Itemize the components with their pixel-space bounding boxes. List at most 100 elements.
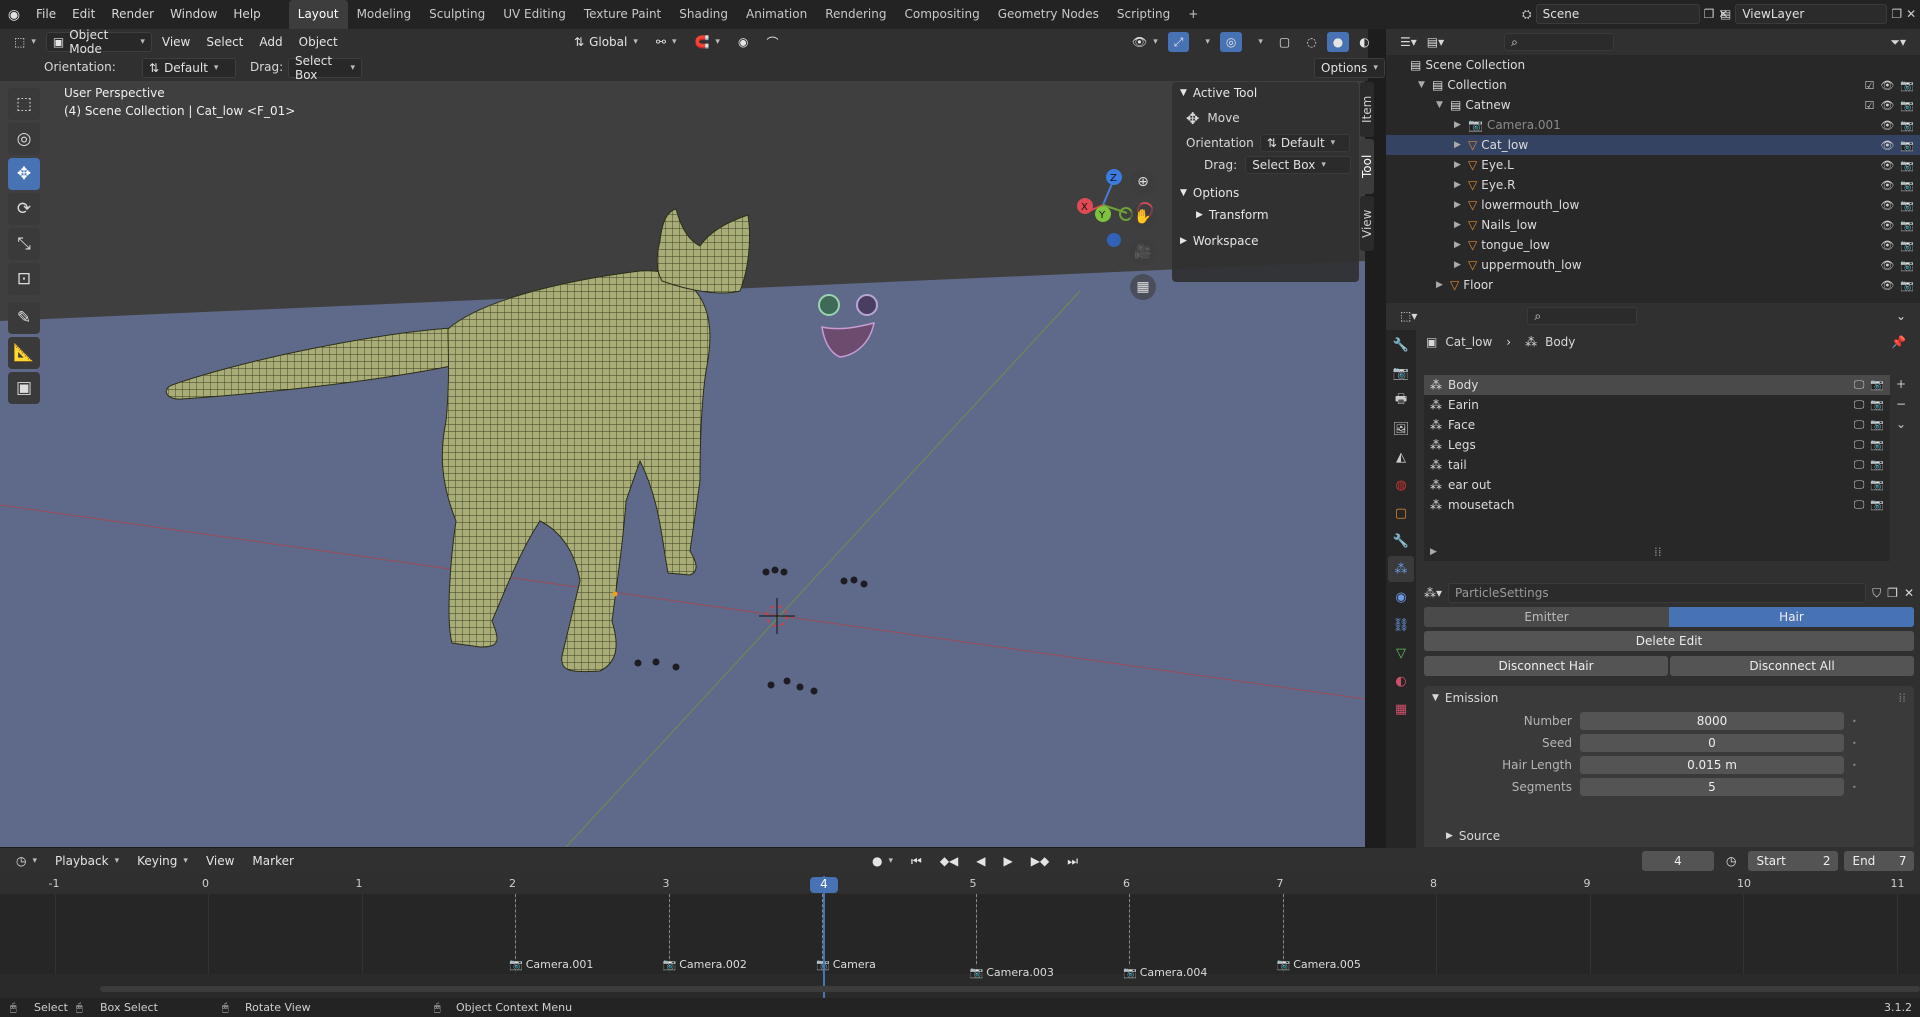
- timeline-marker[interactable]: 📷 Camera.001: [509, 958, 593, 971]
- expand-arrow-icon[interactable]: ▶: [1454, 220, 1468, 230]
- transform-tool-icon[interactable]: ⊡: [8, 263, 40, 295]
- expand-arrow-icon[interactable]: ▶: [1454, 160, 1468, 170]
- move-tool-icon[interactable]: ✥: [8, 158, 40, 190]
- particle-system-item[interactable]: ⁂ tail 🖵 📷: [1424, 455, 1890, 475]
- timeline-marker[interactable]: 📷 Camera.002: [663, 958, 747, 971]
- outliner-row[interactable]: ▼ ▤ Catnew ☑ 👁 📷: [1386, 95, 1920, 115]
- view-layer-icon[interactable]: ▤: [1720, 7, 1731, 21]
- scene-properties-icon[interactable]: ◭: [1388, 444, 1414, 470]
- eye-icon[interactable]: 👁: [1880, 99, 1894, 112]
- disconnect-hair-button[interactable]: Disconnect Hair: [1424, 656, 1668, 676]
- outliner-row[interactable]: ▶ ▽ Eye.L 👁 📷: [1386, 155, 1920, 175]
- playhead-frame-badge[interactable]: 4: [810, 877, 838, 893]
- eye-icon[interactable]: 👁: [1880, 279, 1894, 292]
- eye-icon[interactable]: 👁: [1880, 219, 1894, 232]
- menu-add[interactable]: Add: [253, 32, 288, 52]
- overlays-icon[interactable]: ◎: [1219, 32, 1243, 52]
- render-camera-icon[interactable]: 📷: [1870, 418, 1884, 432]
- menu-timeline-view[interactable]: View: [200, 851, 240, 871]
- chevron-down-icon[interactable]: ⌄: [1896, 309, 1906, 323]
- view-layer-properties-icon[interactable]: 🖼: [1388, 416, 1414, 442]
- menu-marker[interactable]: Marker: [246, 851, 299, 871]
- type-hair-button[interactable]: Hair: [1669, 607, 1914, 627]
- keyframe-dot-icon[interactable]: •: [1852, 761, 1857, 770]
- keyframe-dot-icon[interactable]: •: [1852, 739, 1857, 748]
- tab-texture-paint[interactable]: Texture Paint: [575, 0, 670, 29]
- expand-arrow-icon[interactable]: ▶: [1454, 240, 1468, 250]
- eye-icon[interactable]: 👁: [1880, 79, 1894, 92]
- menu-keying[interactable]: Keying ▾: [131, 851, 194, 871]
- render-camera-icon[interactable]: 📷: [1900, 99, 1914, 112]
- exclude-checkbox[interactable]: ☑: [1864, 99, 1874, 112]
- editor-type-icon[interactable]: ⬚ ▾: [8, 32, 42, 52]
- render-camera-icon[interactable]: 📷: [1900, 119, 1914, 132]
- viewport-display-icon[interactable]: 🖵: [1854, 438, 1865, 452]
- data-properties-icon[interactable]: ▽: [1388, 640, 1414, 666]
- measure-tool-icon[interactable]: 📐: [8, 337, 40, 369]
- prev-keyframe-icon[interactable]: ◆◀: [934, 851, 964, 871]
- frame-ruler[interactable]: [0, 874, 1920, 894]
- play-reverse-icon[interactable]: ◀: [970, 851, 991, 871]
- menu-select[interactable]: Select: [200, 32, 249, 52]
- annotate-tool-icon[interactable]: ✎: [8, 302, 40, 334]
- eye-icon[interactable]: 👁: [1880, 179, 1894, 192]
- properties-search-input[interactable]: ⌕: [1527, 307, 1638, 325]
- tab-compositing[interactable]: Compositing: [895, 0, 988, 29]
- list-expand-icon[interactable]: ▶: [1430, 547, 1437, 557]
- render-camera-icon[interactable]: 📷: [1900, 219, 1914, 232]
- scene-icon[interactable]: ⛭: [1522, 7, 1532, 22]
- render-camera-icon[interactable]: 📷: [1870, 478, 1884, 492]
- material-shading-icon[interactable]: ◐: [1353, 32, 1375, 52]
- particle-system-item[interactable]: ⁂ ear out 🖵 📷: [1424, 475, 1890, 495]
- tab-shading[interactable]: Shading: [670, 0, 737, 29]
- transform-orientation-dropdown[interactable]: ⇅ Global ▾: [568, 32, 644, 52]
- active-tool-header[interactable]: ▼ Active Tool: [1172, 82, 1359, 104]
- render-camera-icon[interactable]: 📷: [1900, 279, 1914, 292]
- tab-uv-editing[interactable]: UV Editing: [494, 0, 575, 29]
- tab-scripting[interactable]: Scripting: [1108, 0, 1179, 29]
- exclude-checkbox[interactable]: ☑: [1864, 79, 1874, 92]
- viewport-display-icon[interactable]: 🖵: [1854, 498, 1865, 512]
- render-camera-icon[interactable]: 📷: [1870, 438, 1884, 452]
- viewport-display-icon[interactable]: 🖵: [1854, 458, 1865, 472]
- gizmo-icon[interactable]: ⤢: [1167, 32, 1190, 52]
- outliner-row[interactable]: ▶ ▽ Cat_low 👁 📷: [1386, 135, 1920, 155]
- rotate-tool-icon[interactable]: ⟳: [8, 193, 40, 225]
- start-frame-field[interactable]: Start 2: [1748, 851, 1839, 871]
- tab-sculpting[interactable]: Sculpting: [420, 0, 494, 29]
- expand-arrow-icon[interactable]: ▼: [1418, 80, 1432, 90]
- visibility-icon[interactable]: 👁 ▾: [1126, 32, 1164, 52]
- add-workspace-icon[interactable]: +: [1179, 0, 1207, 29]
- menu-playback[interactable]: Playback ▾: [49, 851, 125, 871]
- outliner-row[interactable]: ▶ ▽ uppermouth_low 👁 📷: [1386, 255, 1920, 275]
- end-frame-field[interactable]: End 7: [1844, 851, 1915, 871]
- expand-arrow-icon[interactable]: ▶: [1454, 180, 1468, 190]
- eye-left-mesh[interactable]: [818, 294, 840, 316]
- tab-item[interactable]: Item: [1360, 82, 1374, 137]
- menu-object[interactable]: Object: [293, 32, 344, 52]
- constraint-properties-icon[interactable]: ⛓: [1388, 612, 1414, 638]
- eye-icon[interactable]: 👁: [1880, 139, 1894, 152]
- render-properties-icon[interactable]: 📷: [1388, 360, 1414, 386]
- tab-animation[interactable]: Animation: [737, 0, 816, 29]
- add-cube-tool-icon[interactable]: ▣: [8, 372, 40, 404]
- solid-shading-icon[interactable]: ●: [1326, 32, 1350, 52]
- tab-view[interactable]: View: [1360, 196, 1374, 251]
- render-camera-icon[interactable]: 📷: [1900, 139, 1914, 152]
- timeline-marker[interactable]: 📷 Camera.004: [1123, 966, 1207, 979]
- expand-arrow-icon[interactable]: ▶: [1436, 280, 1450, 290]
- emission-header[interactable]: ▼ Emission ⁞⁞: [1424, 686, 1914, 710]
- disconnect-all-button[interactable]: Disconnect All: [1670, 656, 1914, 676]
- eye-right-mesh[interactable]: [856, 294, 878, 316]
- expand-arrow-icon[interactable]: ▶: [1454, 260, 1468, 270]
- particle-system-item[interactable]: ⁂ Legs 🖵 📷: [1424, 435, 1890, 455]
- particle-system-item[interactable]: ⁂ Earin 🖵 📷: [1424, 395, 1890, 415]
- eye-icon[interactable]: 👁: [1880, 119, 1894, 132]
- timeline-marker[interactable]: 📷 Camera.003: [970, 966, 1054, 979]
- physics-properties-icon[interactable]: ◉: [1388, 584, 1414, 610]
- overlays-dropdown-icon[interactable]: ▾: [1246, 32, 1269, 52]
- viewport-display-icon[interactable]: 🖵: [1854, 378, 1865, 392]
- particle-settings-field[interactable]: ParticleSettings: [1448, 583, 1867, 603]
- unlink-icon[interactable]: ✕: [1904, 586, 1914, 600]
- pin-icon[interactable]: 📌: [1891, 335, 1906, 349]
